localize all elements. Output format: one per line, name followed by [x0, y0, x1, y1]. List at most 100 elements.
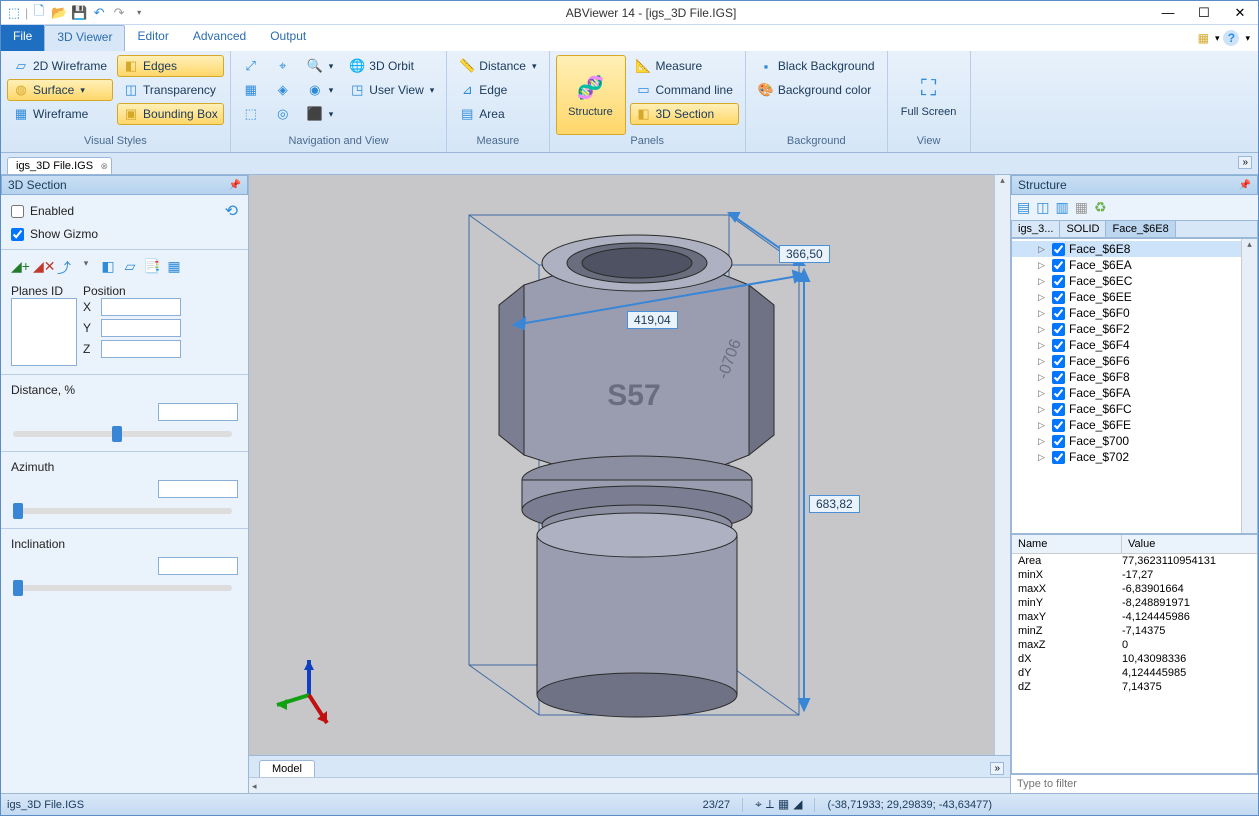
open-icon[interactable]: 📂 — [50, 4, 68, 22]
nav-small-1[interactable]: ⤢ — [237, 55, 265, 77]
node-check[interactable] — [1052, 291, 1065, 304]
tool-axis-icon[interactable]: ⤴ — [55, 258, 73, 278]
tb5-icon[interactable]: ♻ — [1094, 199, 1107, 216]
btn-edge[interactable]: ⊿Edge — [453, 79, 542, 101]
tb1-icon[interactable]: ▤ — [1017, 199, 1030, 216]
nav-small-2[interactable]: ▦ — [237, 79, 265, 101]
tree-node[interactable]: ▷ Face_$700 — [1012, 433, 1257, 449]
tool-align-icon[interactable]: ▱ — [121, 258, 139, 278]
btn-structure-panel[interactable]: 🧬 Structure — [556, 55, 626, 135]
qat-dropdown-icon[interactable]: ▾ — [130, 4, 148, 22]
node-check[interactable] — [1052, 355, 1065, 368]
node-check[interactable] — [1052, 387, 1065, 400]
crumb-0[interactable]: igs_3... — [1012, 221, 1060, 237]
node-check[interactable] — [1052, 339, 1065, 352]
btn-area[interactable]: ▤Area — [453, 103, 542, 125]
tree-node[interactable]: ▷ Face_$702 — [1012, 449, 1257, 465]
btn-measure-panel[interactable]: 📐Measure — [630, 55, 739, 77]
input-y[interactable] — [101, 319, 181, 337]
tree-node[interactable]: ▷ Face_$6F2 — [1012, 321, 1257, 337]
tool-flip-icon[interactable]: ◧ — [99, 258, 117, 278]
tool-add-icon[interactable]: ◢+ — [11, 258, 29, 278]
planes-listbox[interactable] — [11, 298, 77, 366]
slider-inclination[interactable] — [13, 585, 232, 591]
save-icon[interactable]: 💾 — [70, 4, 88, 22]
btn-cube-view[interactable]: ⬛▾ — [301, 103, 340, 125]
btn-3d-section[interactable]: ◧3D Section — [630, 103, 739, 125]
btn-3d-orbit[interactable]: 🌐3D Orbit — [343, 55, 440, 77]
tree-node[interactable]: ▷ Face_$6F0 — [1012, 305, 1257, 321]
sb-icon-4[interactable]: ◢ — [793, 797, 802, 812]
tool-save-icon[interactable]: 📑 — [143, 258, 161, 278]
tree-node[interactable]: ▷ Face_$6FC — [1012, 401, 1257, 417]
input-distance[interactable] — [158, 403, 238, 421]
reset-icon[interactable]: ⟲ — [225, 201, 238, 221]
node-check[interactable] — [1052, 259, 1065, 272]
viewport[interactable]: S57 -0706 366,50 419, — [249, 175, 1010, 793]
btn-transparency[interactable]: ◫Transparency — [117, 79, 224, 101]
node-check[interactable] — [1052, 435, 1065, 448]
redo-icon[interactable]: ↷ — [110, 4, 128, 22]
pin-icon[interactable]: 📌 — [229, 180, 241, 191]
nav-small-4[interactable]: ⌖ — [269, 55, 297, 77]
tab-advanced[interactable]: Advanced — [181, 25, 258, 51]
help-icon[interactable]: ? — [1223, 30, 1239, 46]
file-tab[interactable]: File — [1, 25, 44, 51]
btn-fullscreen[interactable]: ⛶ Full Screen — [894, 55, 964, 135]
node-check[interactable] — [1052, 323, 1065, 336]
tree-node[interactable]: ▷ Face_$6EC — [1012, 273, 1257, 289]
node-check[interactable] — [1052, 419, 1065, 432]
input-inclination[interactable] — [158, 557, 238, 575]
slider-azimuth[interactable] — [13, 508, 232, 514]
tree-node[interactable]: ▷ Face_$6FA — [1012, 385, 1257, 401]
model-tab[interactable]: Model — [259, 760, 315, 777]
pin-icon[interactable]: 📌 — [1239, 180, 1251, 191]
tree-node[interactable]: ▷ Face_$6F6 — [1012, 353, 1257, 369]
sb-icon-3[interactable]: ▦ — [778, 797, 789, 812]
tree-node[interactable]: ▷ Face_$6EE — [1012, 289, 1257, 305]
btn-bounding-box[interactable]: ▣Bounding Box — [117, 103, 224, 125]
close-tab-icon[interactable]: ⊗ — [100, 161, 108, 172]
tree-node[interactable]: ▷ Face_$6E8 — [1012, 241, 1257, 257]
tab-3dviewer[interactable]: 3D Viewer — [44, 25, 125, 51]
tab-editor[interactable]: Editor — [125, 25, 180, 51]
tabstrip-chevron-icon[interactable]: » — [1238, 156, 1252, 169]
tree-node[interactable]: ▷ Face_$6F4 — [1012, 337, 1257, 353]
btn-distance[interactable]: 📏Distance▾ — [453, 55, 542, 77]
node-check[interactable] — [1052, 243, 1065, 256]
input-z[interactable] — [101, 340, 181, 358]
close-button[interactable]: ✕ — [1222, 2, 1258, 24]
node-check[interactable] — [1052, 275, 1065, 288]
node-check[interactable] — [1052, 371, 1065, 384]
new-icon[interactable]: 🗋 — [30, 4, 48, 22]
nav-small-3[interactable]: ⬚ — [237, 103, 265, 125]
btn-2d-wireframe[interactable]: ▱2D Wireframe — [7, 55, 113, 77]
btn-cmdline[interactable]: ▭Command line — [630, 79, 739, 101]
tool-del-icon[interactable]: ◢✕ — [33, 258, 51, 278]
crumb-1[interactable]: SOLID — [1060, 221, 1106, 237]
btn-wireframe[interactable]: ▦Wireframe — [7, 103, 113, 125]
tool-grid-icon[interactable]: ▦ — [165, 258, 183, 278]
viewport-vscroll[interactable]: ▴ — [994, 175, 1010, 755]
tree-node[interactable]: ▷ Face_$6EA — [1012, 257, 1257, 273]
maximize-button[interactable]: ☐ — [1186, 2, 1222, 24]
btn-bg-color[interactable]: 🎨Background color — [752, 79, 881, 101]
btn-zoom[interactable]: 🔍▾ — [301, 55, 340, 77]
btn-black-bg[interactable]: ▪Black Background — [752, 55, 881, 77]
tb3-icon[interactable]: ▥ — [1055, 199, 1068, 216]
viewport-hscroll[interactable]: ◂ — [249, 777, 1010, 793]
tree-scrollbar[interactable]: ▴ — [1241, 239, 1257, 533]
input-azimuth[interactable] — [158, 480, 238, 498]
node-check[interactable] — [1052, 451, 1065, 464]
document-tab[interactable]: igs_3D File.IGS⊗ — [7, 157, 112, 174]
node-check[interactable] — [1052, 403, 1065, 416]
tab-output[interactable]: Output — [258, 25, 318, 51]
nav-small-6[interactable]: ◎ — [269, 103, 297, 125]
input-x[interactable] — [101, 298, 181, 316]
sb-icon-1[interactable]: ⌖ — [755, 797, 762, 812]
btn-user-view[interactable]: ◳User View▾ — [343, 79, 440, 101]
structure-tree[interactable]: ▷ Face_$6E8▷ Face_$6EA▷ Face_$6EC▷ Face_… — [1011, 238, 1258, 534]
tb4-icon[interactable]: ▦ — [1075, 199, 1088, 216]
node-check[interactable] — [1052, 307, 1065, 320]
tree-node[interactable]: ▷ Face_$6F8 — [1012, 369, 1257, 385]
